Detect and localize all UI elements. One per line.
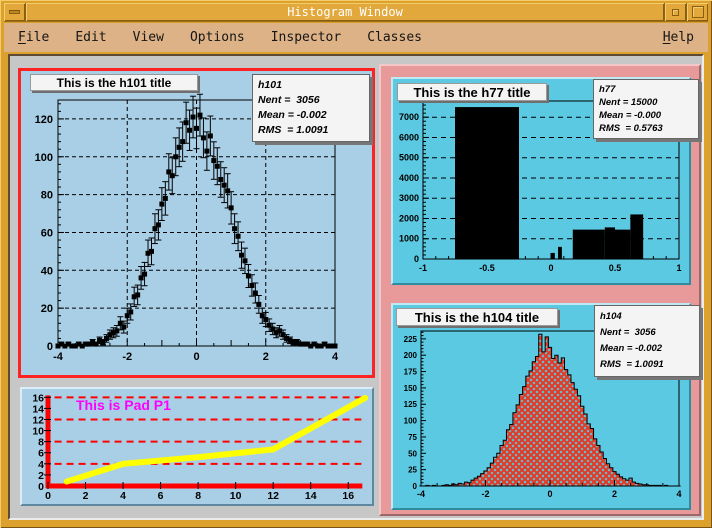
- histogram-window: Histogram Window File Edit View Options Insp…: [0, 0, 712, 528]
- menu-item-help[interactable]: Help: [663, 30, 694, 45]
- svg-text:12: 12: [32, 414, 44, 426]
- svg-text:0: 0: [45, 490, 51, 502]
- svg-text:-2: -2: [122, 351, 132, 363]
- svg-text:0: 0: [547, 489, 552, 499]
- svg-text:2: 2: [263, 351, 269, 363]
- svg-text:14: 14: [32, 403, 44, 415]
- svg-text:6: 6: [158, 490, 164, 502]
- pad-p1[interactable]: 02468101214160246810121416 This is Pad P…: [20, 387, 374, 506]
- svg-text:-4: -4: [417, 489, 425, 499]
- svg-text:16: 16: [342, 490, 354, 502]
- svg-text:14: 14: [305, 490, 317, 502]
- stats-line: Mean = -0.002: [258, 108, 364, 123]
- stats-line: Mean = -0.000: [599, 109, 693, 122]
- window-title: Histogram Window: [26, 3, 664, 21]
- svg-text:2: 2: [612, 489, 617, 499]
- p1-plot[interactable]: 02468101214160246810121416: [22, 389, 372, 504]
- menu-item-view[interactable]: View: [133, 30, 164, 45]
- svg-text:0: 0: [47, 341, 53, 353]
- minimize-icon: [672, 9, 679, 16]
- svg-text:120: 120: [35, 114, 53, 126]
- svg-text:6: 6: [38, 448, 44, 460]
- svg-text:-1: -1: [419, 263, 427, 273]
- svg-text:5000: 5000: [399, 153, 419, 163]
- stats-line: RMS = 1.0091: [258, 123, 364, 138]
- svg-text:2000: 2000: [399, 213, 419, 223]
- stats-line: Mean = -0.002: [600, 341, 694, 357]
- menu-item-file[interactable]: File: [18, 30, 49, 45]
- svg-text:1000: 1000: [399, 234, 419, 244]
- svg-text:0: 0: [548, 263, 553, 273]
- window-menu-button[interactable]: [4, 3, 26, 21]
- stats-line: RMS = 0.5763: [599, 122, 693, 135]
- h104-stats-box[interactable]: h104Nent = 3056Mean = -0.002RMS = 1.0091: [594, 305, 700, 377]
- stats-line: h101: [258, 78, 364, 93]
- svg-text:2: 2: [38, 470, 44, 482]
- svg-text:125: 125: [404, 400, 418, 409]
- svg-text:8: 8: [38, 437, 44, 449]
- svg-text:0.5: 0.5: [609, 263, 622, 273]
- root-canvas[interactable]: -4-2024020406080100120 This is the h101 …: [8, 54, 704, 520]
- stats-line: Nent = 3056: [258, 93, 364, 108]
- svg-text:50: 50: [408, 449, 417, 458]
- svg-text:0: 0: [38, 481, 44, 493]
- window-titlebar[interactable]: Histogram Window: [4, 3, 708, 22]
- svg-text:40: 40: [41, 265, 53, 277]
- menu-item-edit[interactable]: Edit: [75, 30, 106, 45]
- pad-h101[interactable]: -4-2024020406080100120 This is the h101 …: [18, 68, 375, 378]
- svg-text:4000: 4000: [399, 173, 419, 183]
- svg-text:10: 10: [230, 490, 242, 502]
- svg-text:100: 100: [35, 152, 53, 164]
- svg-text:-0.5: -0.5: [479, 263, 495, 273]
- h101-title[interactable]: This is the h101 title: [30, 74, 198, 91]
- minimize-button[interactable]: [664, 3, 686, 21]
- maximize-button[interactable]: [686, 3, 708, 21]
- pad-right[interactable]: 0 1000 2000 3000 4000 5000 6000 7000 -1 -0.5 0 0.5 1…: [379, 64, 701, 516]
- svg-text:25: 25: [408, 466, 417, 475]
- menu-item-classes[interactable]: Classes: [367, 30, 422, 45]
- svg-text:-2: -2: [481, 489, 489, 499]
- stats-line: RMS = 1.0091: [600, 357, 694, 373]
- svg-text:100: 100: [404, 417, 418, 426]
- svg-text:200: 200: [404, 351, 418, 360]
- h104-title[interactable]: This is the h104 title: [396, 308, 558, 326]
- svg-text:2: 2: [83, 490, 89, 502]
- svg-text:1: 1: [676, 263, 681, 273]
- svg-text:75: 75: [408, 433, 417, 442]
- h77-stats-box[interactable]: h77Nent = 15000Mean = -0.000RMS = 0.5763: [593, 79, 699, 139]
- svg-text:4: 4: [676, 489, 681, 499]
- svg-text:3000: 3000: [399, 193, 419, 203]
- menu-item-inspector[interactable]: Inspector: [271, 30, 341, 45]
- stats-line: h104: [600, 309, 694, 325]
- svg-text:4: 4: [120, 490, 126, 502]
- svg-text:7000: 7000: [399, 112, 419, 122]
- stats-line: Nent = 3056: [600, 325, 694, 341]
- p1-title: This is Pad P1: [76, 397, 171, 413]
- h77-title[interactable]: This is the h77 title: [397, 83, 547, 101]
- stats-line: Nent = 15000: [599, 96, 693, 109]
- svg-text:0: 0: [193, 351, 199, 363]
- window-menu-icon: [9, 10, 20, 14]
- svg-text:175: 175: [404, 368, 418, 377]
- svg-text:-4: -4: [53, 351, 64, 363]
- stats-line: h77: [599, 83, 693, 96]
- menu-item-options[interactable]: Options: [190, 30, 245, 45]
- maximize-icon: [692, 6, 704, 18]
- svg-text:150: 150: [404, 384, 418, 393]
- svg-text:80: 80: [41, 190, 53, 202]
- svg-text:6000: 6000: [399, 132, 419, 142]
- svg-text:60: 60: [41, 227, 53, 239]
- h101-stats-box[interactable]: h101Nent = 3056Mean = -0.002RMS = 1.0091: [252, 74, 370, 142]
- svg-text:225: 225: [404, 335, 418, 344]
- svg-text:8: 8: [195, 490, 201, 502]
- svg-text:16: 16: [32, 392, 44, 404]
- menubar: File Edit View Options Inspector Classes Help: [4, 23, 708, 52]
- svg-text:4: 4: [332, 351, 339, 363]
- svg-text:12: 12: [267, 490, 279, 502]
- svg-text:20: 20: [41, 303, 53, 315]
- svg-text:10: 10: [32, 426, 44, 438]
- svg-text:4: 4: [38, 459, 44, 471]
